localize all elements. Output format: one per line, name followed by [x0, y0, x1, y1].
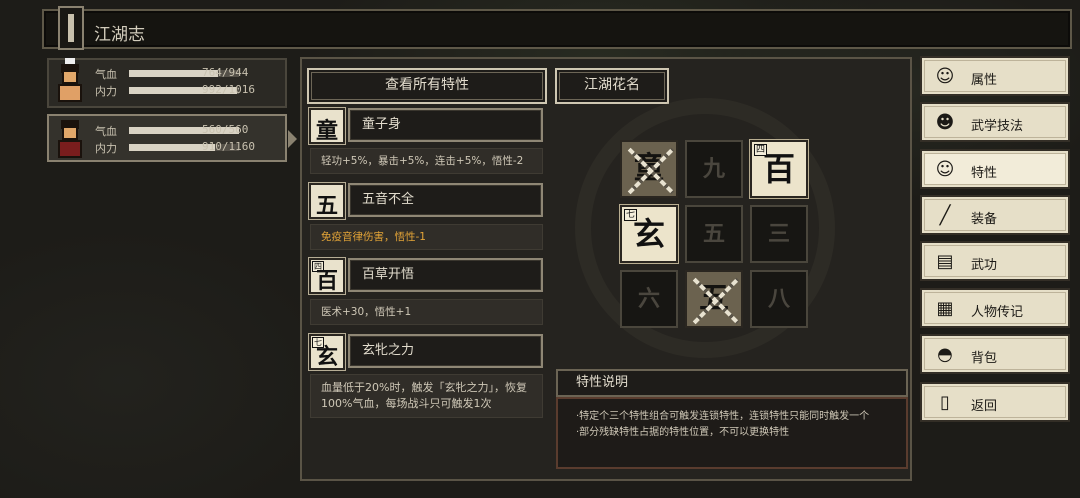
character-card-2[interactable]: 气血 560/560 内力 910/1160	[47, 114, 297, 162]
character-card-1[interactable]: 气血 764/944 内力 992/1016	[47, 58, 287, 108]
menu-kungfu-button[interactable]: ▤ 武功	[920, 241, 1070, 281]
trait-name-3[interactable]: 百草开悟	[348, 258, 543, 292]
scroll-icon: ▦	[936, 298, 954, 319]
menu-biography-button[interactable]: ▦ 人物传记	[920, 288, 1070, 328]
selected-arrow-icon	[288, 130, 297, 148]
mp-value: 992/1016	[202, 83, 255, 96]
trait-name-4[interactable]: 玄牝之力	[348, 334, 543, 368]
nickname-tab[interactable]: 江湖花名	[555, 68, 669, 104]
trait-slot-7[interactable]: 六	[620, 270, 678, 328]
door-icon: ▯	[940, 392, 950, 413]
trait-slot-1[interactable]: 童	[620, 140, 678, 198]
explanation-line-2: ·部分残缺特性占据的特性位置，不可以更换特性	[576, 427, 790, 438]
menu-attributes-button[interactable]: ☺ 属性	[920, 56, 1070, 96]
character-avatar-1	[53, 58, 87, 104]
trait-icon-baicaokaiwu: 四百	[309, 258, 345, 294]
martial-skill-icon: ☻	[935, 112, 955, 133]
hp-label: 气血	[95, 68, 117, 81]
menu-bag-button[interactable]: ◓ 背包	[920, 334, 1070, 374]
trait-icon-wuyinbuquan: 五	[309, 183, 345, 219]
view-all-traits-button[interactable]: 查看所有特性	[307, 68, 547, 104]
sword-icon: ╱	[939, 205, 951, 226]
trait-name-2[interactable]: 五音不全	[348, 183, 543, 217]
trait-slot-6[interactable]: 三	[750, 205, 808, 263]
trait-name-1[interactable]: 童子身	[348, 108, 543, 142]
trait-explanation-box: ·特定个三个特性组合可触发连锁特性，连锁特性只能同时触发一个 ·部分残缺特性占据…	[556, 397, 908, 469]
hp-value: 560/560	[202, 123, 249, 136]
menu-return-button[interactable]: ▯ 返回	[920, 382, 1070, 422]
trait-explanation-title: 特性说明	[556, 369, 908, 397]
bag-icon: ◓	[937, 344, 953, 365]
menu-traits-button[interactable]: ☺ 特性	[920, 149, 1070, 189]
mp-label: 内力	[95, 142, 117, 155]
trait-slot-9[interactable]: 八	[750, 270, 808, 328]
hp-label: 气血	[95, 125, 117, 138]
trait-icon-tongzishen: 童	[309, 108, 345, 144]
hp-value: 764/944	[202, 66, 249, 79]
trait-slot-3[interactable]: 四百	[750, 140, 808, 198]
trait-desc-3: 医术+30，悟性+1	[310, 299, 543, 325]
trait-slot-2[interactable]: 九	[685, 140, 743, 198]
mp-label: 内力	[95, 85, 117, 98]
journal-book-icon	[58, 6, 84, 50]
character-avatar-2	[53, 118, 87, 160]
trait-slot-8[interactable]: 五	[685, 270, 743, 328]
trait-desc-1: 轻功+5%，暴击+5%，连击+5%，悟性-2	[310, 148, 543, 174]
trait-icon: ☺	[935, 159, 955, 180]
trait-desc-4: 血量低于20%时，触发「玄牝之力」，恢复100%气血，每场战斗只可触发1次	[310, 374, 543, 418]
menu-equipment-button[interactable]: ╱ 装备	[920, 195, 1070, 235]
trait-slot-4[interactable]: 七玄	[620, 205, 678, 263]
trait-slot-5[interactable]: 五	[685, 205, 743, 263]
menu-martial-skills-button[interactable]: ☻ 武学技法	[920, 102, 1070, 142]
explanation-line-1: ·特定个三个特性组合可触发连锁特性，连锁特性只能同时触发一个	[576, 411, 870, 422]
page-title: 江湖志	[94, 25, 145, 45]
top-bar: 江湖志	[42, 6, 1072, 50]
trait-desc-2: 免疫音律伤害，悟性-1	[310, 224, 543, 250]
trait-icon-xuanpinzhili: 七玄	[309, 334, 345, 370]
person-icon: ☺	[935, 66, 955, 87]
book-icon: ▤	[936, 251, 954, 272]
mp-value: 910/1160	[202, 140, 255, 153]
